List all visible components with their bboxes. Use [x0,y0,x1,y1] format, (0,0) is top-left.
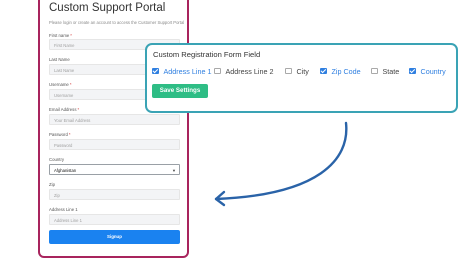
username-label: Username* [49,82,72,87]
country-label: Country [49,157,65,162]
address-line-1-field[interactable]: Address Line 1 [49,214,180,225]
option-zip-code[interactable]: Zip Code [320,65,361,77]
password-field[interactable]: Password [49,139,180,150]
checkbox[interactable] [152,67,159,75]
email-field[interactable]: Your Email Address [49,114,180,125]
registration-fields-panel: Custom Registration Form Field Address L… [145,43,458,113]
option-address-line-2[interactable]: Address Line 2 [214,65,273,77]
signup-button[interactable]: Signup [49,230,180,244]
checkbox[interactable] [371,67,378,75]
chevron-down-icon: ▼ [172,167,176,173]
option-label: Zip Code [331,66,361,76]
portal-subtitle: Please login or create an account to acc… [49,20,185,25]
password-label: Password* [49,132,71,137]
checkbox[interactable] [214,67,221,75]
option-label: City [296,66,309,76]
option-address-line-1[interactable]: Address Line 1 [152,65,211,77]
address-line-1-label: Address Line 1 [49,207,78,212]
email-label: Email Address* [49,107,80,112]
country-select-value: Afghanistan [54,167,77,173]
save-settings-button[interactable]: Save Settings [152,84,208,98]
option-label: Address Line 2 [225,66,274,76]
checkbox[interactable] [409,67,416,75]
option-state[interactable]: State [371,65,399,77]
option-country[interactable]: Country [409,65,446,77]
option-label: State [382,66,400,76]
checkbox[interactable] [285,67,292,75]
panel-title: Custom Registration Form Field [153,50,261,59]
option-label: Address Line 1 [163,66,212,76]
last-name-label: Last Name [49,57,70,62]
checkbox[interactable] [320,67,327,75]
zip-field[interactable]: Zip [49,189,180,200]
portal-title: Custom Support Portal [49,2,166,14]
option-city[interactable]: City [285,65,309,77]
option-label: Country [420,66,446,76]
first-name-label: First name* [49,33,72,38]
zip-label: Zip [49,182,55,187]
portal-signup-card: Custom Support Portal Please login or cr… [38,0,189,258]
country-select[interactable]: Afghanistan ▼ [49,164,180,175]
